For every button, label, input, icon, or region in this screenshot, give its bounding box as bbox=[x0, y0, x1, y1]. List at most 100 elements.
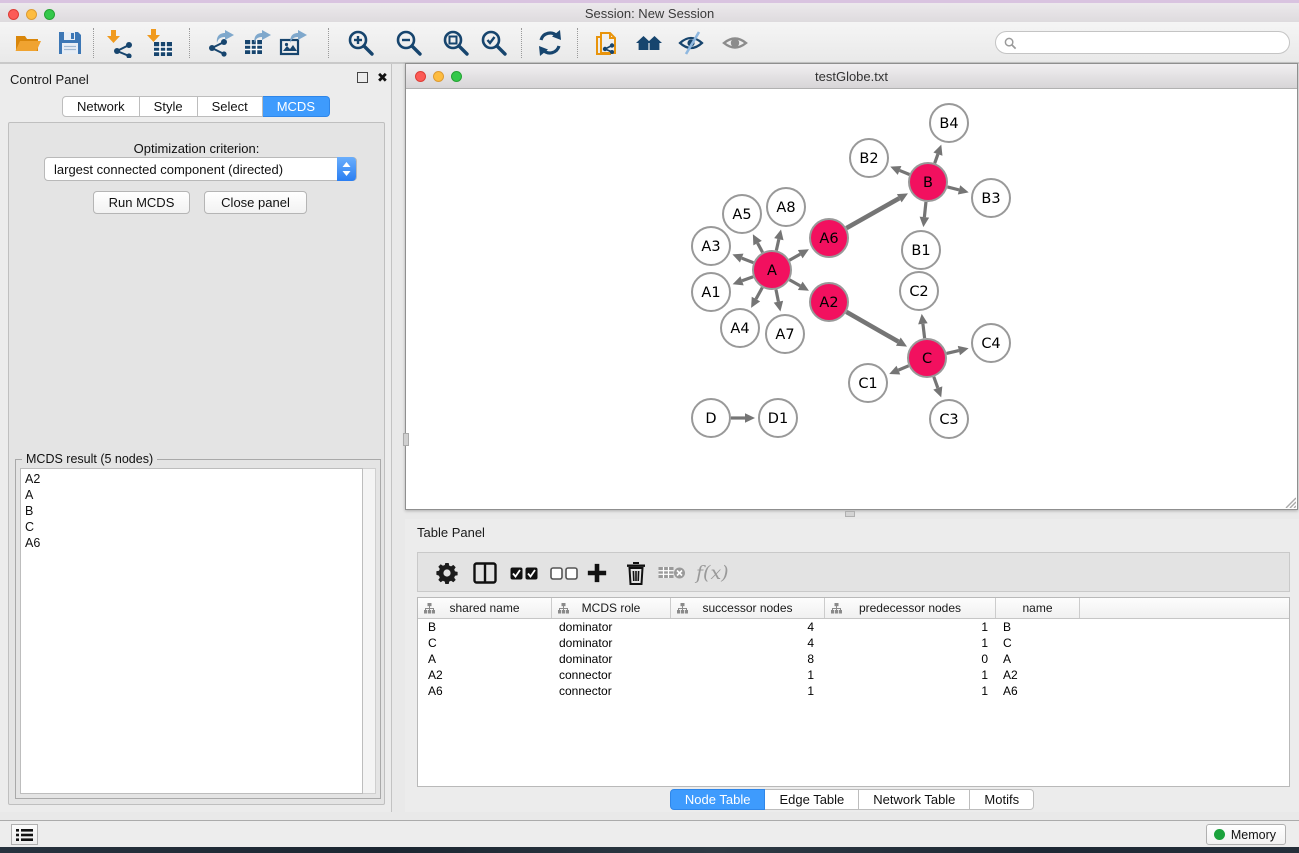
table-cell[interactable]: 1 bbox=[825, 683, 996, 699]
table-row[interactable]: Cdominator41C bbox=[418, 635, 1289, 651]
tab-motifs[interactable]: Motifs bbox=[970, 789, 1034, 810]
table-header[interactable]: shared nameMCDS rolesuccessor nodesprede… bbox=[418, 598, 1289, 619]
table-cell[interactable]: B bbox=[418, 619, 552, 635]
memory-button[interactable]: Memory bbox=[1206, 824, 1286, 845]
column-header-predecessor-nodes[interactable]: predecessor nodes bbox=[825, 598, 996, 618]
column-header-name[interactable]: name bbox=[996, 598, 1080, 618]
table-cell[interactable]: A6 bbox=[418, 683, 552, 699]
table-cell[interactable]: A2 bbox=[418, 667, 552, 683]
mcds-result-list[interactable]: A2ABCA6 bbox=[20, 468, 363, 794]
edge-B-B4[interactable] bbox=[935, 154, 938, 163]
table-row[interactable]: A6connector11A6 bbox=[418, 683, 1289, 699]
edge-C-C1[interactable] bbox=[898, 366, 908, 370]
export-image-icon[interactable] bbox=[278, 28, 308, 58]
edge-A-A1[interactable] bbox=[742, 277, 753, 281]
criterion-dropdown[interactable]: largest connected component (directed) bbox=[44, 157, 357, 181]
edge-A6-B[interactable] bbox=[846, 198, 899, 228]
import-network-icon[interactable] bbox=[105, 28, 135, 58]
refresh-icon[interactable] bbox=[535, 28, 565, 58]
table-cell[interactable]: 0 bbox=[825, 651, 996, 667]
edge-A-A7[interactable] bbox=[776, 290, 778, 302]
gear-icon[interactable] bbox=[436, 561, 458, 585]
mcds-result-item[interactable]: B bbox=[25, 503, 362, 519]
add-column-icon[interactable] bbox=[586, 561, 608, 585]
edge-A-A2[interactable] bbox=[789, 280, 800, 286]
deselect-all-icon[interactable] bbox=[550, 561, 578, 585]
close-panel-icon[interactable]: ✖ bbox=[377, 72, 388, 83]
export-table-icon[interactable] bbox=[242, 28, 272, 58]
table-cell[interactable]: 1 bbox=[671, 683, 825, 699]
edge-C-C3[interactable] bbox=[934, 377, 938, 388]
select-all-icon[interactable] bbox=[510, 561, 538, 585]
tab-edge-table[interactable]: Edge Table bbox=[765, 789, 859, 810]
search-input[interactable] bbox=[995, 31, 1290, 54]
splitter-handle[interactable] bbox=[403, 433, 409, 446]
table-cell[interactable]: dominator bbox=[552, 619, 671, 635]
splitter-handle[interactable] bbox=[845, 511, 855, 517]
network-window-titlebar[interactable]: testGlobe.txt bbox=[406, 64, 1297, 89]
column-header-successor-nodes[interactable]: successor nodes bbox=[671, 598, 825, 618]
tab-network-table[interactable]: Network Table bbox=[859, 789, 970, 810]
delete-column-icon[interactable] bbox=[626, 561, 646, 585]
edge-A-A3[interactable] bbox=[742, 258, 754, 263]
table-cell[interactable]: 1 bbox=[825, 619, 996, 635]
edge-A-A4[interactable] bbox=[756, 288, 762, 300]
edge-A-A6[interactable] bbox=[789, 254, 800, 260]
tab-select[interactable]: Select bbox=[198, 96, 263, 117]
table-cell[interactable]: dominator bbox=[552, 635, 671, 651]
column-header-MCDS-role[interactable]: MCDS role bbox=[552, 598, 671, 618]
delete-table-icon[interactable] bbox=[658, 561, 686, 585]
tab-node-table[interactable]: Node Table bbox=[670, 789, 766, 810]
edge-B-B3[interactable] bbox=[947, 187, 959, 190]
table-cell[interactable]: 1 bbox=[825, 635, 996, 651]
close-panel-button[interactable]: Close panel bbox=[204, 191, 307, 214]
table-row[interactable]: Bdominator41B bbox=[418, 619, 1289, 635]
table-row[interactable]: Adominator80A bbox=[418, 651, 1289, 667]
table-cell[interactable]: A bbox=[996, 651, 1080, 667]
mcds-result-item[interactable]: A6 bbox=[25, 535, 362, 551]
table-cell[interactable]: 1 bbox=[825, 667, 996, 683]
resize-grip-icon[interactable] bbox=[1284, 496, 1296, 508]
edge-B-B2[interactable] bbox=[900, 170, 910, 174]
edge-A-A8[interactable] bbox=[776, 239, 779, 250]
edge-A-A5[interactable] bbox=[758, 243, 763, 252]
function-builder-icon[interactable]: f(x) bbox=[696, 561, 729, 585]
open-file-icon[interactable] bbox=[13, 28, 43, 58]
mcds-result-item[interactable]: A bbox=[25, 487, 362, 503]
zoom-selected-icon[interactable] bbox=[479, 28, 509, 58]
table-cell[interactable]: connector bbox=[552, 667, 671, 683]
tab-mcds[interactable]: MCDS bbox=[263, 96, 330, 117]
zoom-in-icon[interactable] bbox=[346, 28, 376, 58]
zoom-fit-icon[interactable] bbox=[441, 28, 471, 58]
export-network-icon[interactable] bbox=[205, 28, 235, 58]
float-panel-icon[interactable] bbox=[357, 72, 368, 83]
edge-C-C4[interactable] bbox=[946, 351, 958, 354]
run-mcds-button[interactable]: Run MCDS bbox=[93, 191, 190, 214]
task-history-button[interactable] bbox=[11, 824, 38, 845]
table-cell[interactable]: 1 bbox=[671, 667, 825, 683]
hide-selected-icon[interactable] bbox=[677, 28, 707, 58]
table-cell[interactable]: A6 bbox=[996, 683, 1080, 699]
table-cell[interactable]: connector bbox=[552, 683, 671, 699]
column-header-shared-name[interactable]: shared name bbox=[418, 598, 552, 618]
mcds-result-item[interactable]: C bbox=[25, 519, 362, 535]
tab-network[interactable]: Network bbox=[62, 96, 140, 117]
show-eye-icon[interactable] bbox=[721, 28, 751, 58]
tab-style[interactable]: Style bbox=[140, 96, 198, 117]
network-graph[interactable]: B4B2BB3A8A5A6A3B1AA1C2A2A4A7C4CC1C3DD1 bbox=[408, 90, 1296, 508]
edge-A2-C[interactable] bbox=[846, 312, 898, 342]
table-cell[interactable]: dominator bbox=[552, 651, 671, 667]
table-cell[interactable]: 4 bbox=[671, 635, 825, 651]
table-cell[interactable]: C bbox=[418, 635, 552, 651]
table-row[interactable]: A2connector11A2 bbox=[418, 667, 1289, 683]
table-cell[interactable]: 8 bbox=[671, 651, 825, 667]
home-icon[interactable] bbox=[634, 28, 664, 58]
edge-C-C2[interactable] bbox=[923, 324, 925, 338]
save-session-icon[interactable] bbox=[55, 28, 85, 58]
table-cell[interactable]: A2 bbox=[996, 667, 1080, 683]
table-cell[interactable]: A bbox=[418, 651, 552, 667]
table-cell[interactable]: 4 bbox=[671, 619, 825, 635]
clone-network-icon[interactable] bbox=[592, 28, 622, 58]
table-cell[interactable]: B bbox=[996, 619, 1080, 635]
network-canvas[interactable]: B4B2BB3A8A5A6A3B1AA1C2A2A4A7C4CC1C3DD1 bbox=[408, 90, 1296, 508]
